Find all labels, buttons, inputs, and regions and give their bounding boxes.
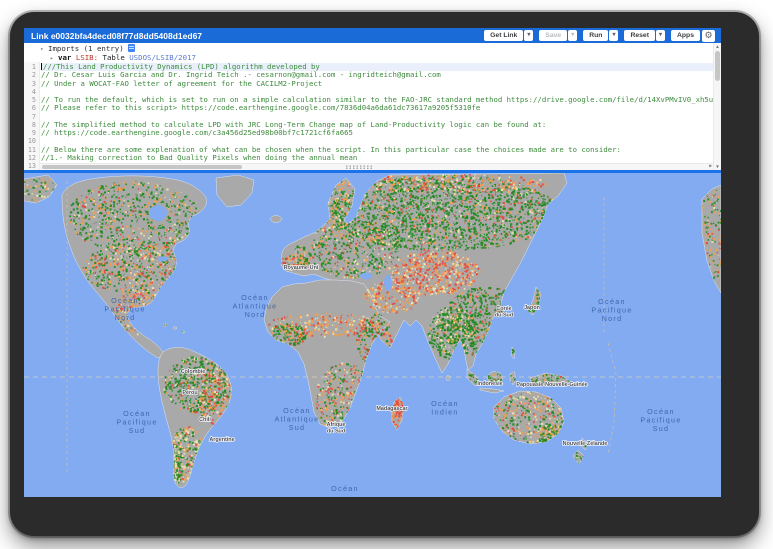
get-link-dropdown-caret-icon[interactable]: ▾: [524, 30, 533, 41]
gear-icon: ⚙: [704, 31, 712, 40]
collapse-caret-icon[interactable]: ▾: [40, 45, 48, 54]
code-lines[interactable]: ///This Land Productivity Dynamics (LPD)…: [41, 62, 713, 170]
earth-engine-window: Link e0032bfa4decd08f77d8dd5408d1ed67 Ge…: [24, 28, 721, 497]
save-button[interactable]: Save: [539, 30, 567, 41]
line-number-gutter: 12345678910111213: [24, 62, 40, 170]
apps-button-group: Apps: [671, 30, 700, 41]
place-label: Royaume-Uni: [284, 265, 319, 271]
code-line[interactable]: ///This Land Productivity Dynamics (LPD)…: [41, 63, 713, 71]
vertical-scroll-thumb[interactable]: [715, 51, 720, 81]
code-editor[interactable]: 12345678910111213 ///This Land Productiv…: [24, 62, 713, 170]
code-line[interactable]: // https://code.earthengine.google.com/c…: [41, 129, 713, 137]
run-dropdown-caret-icon[interactable]: ▾: [609, 30, 618, 41]
import-var-name: LSIB:: [76, 53, 98, 62]
import-var-value[interactable]: USDOS/LSIB/2017: [129, 53, 196, 62]
vertical-scrollbar[interactable]: ▲ ▼: [713, 43, 721, 170]
scroll-down-icon[interactable]: ▼: [714, 163, 721, 170]
reset-button[interactable]: Reset: [624, 30, 655, 41]
code-line[interactable]: // To run the default, which is set to r…: [41, 96, 713, 104]
world-map[interactable]: OcéanPacifiqueNordOcéanAtlantiqueNordOcé…: [24, 173, 721, 497]
code-line[interactable]: [41, 137, 713, 145]
text-caret: [41, 63, 42, 70]
place-label: Nouvelle-Zélande: [563, 441, 608, 447]
script-link-label: Link e0032bfa4decd08f77d8dd5408d1ed67: [31, 31, 202, 41]
code-line[interactable]: // Dr. Cesar Luis Garcia and Dr. Ingrid …: [41, 71, 713, 79]
code-line[interactable]: // Please refer to this script> https://…: [41, 104, 713, 112]
import-var-type: Table: [103, 53, 125, 62]
code-line[interactable]: // Under a WOCAT-FAO letter of agreement…: [41, 80, 713, 88]
place-label: Chili: [199, 417, 211, 423]
code-line[interactable]: // The simplified method to calculate LP…: [41, 121, 713, 129]
line-number: 11: [24, 146, 39, 154]
place-label: Papouasie-Nouvelle-Guinée: [516, 382, 587, 388]
splitter-grip-icon[interactable]: [345, 165, 373, 169]
line-number: 9: [24, 129, 39, 137]
save-dropdown-caret-icon[interactable]: ▾: [568, 30, 577, 41]
place-label: Afriquedu Sud: [327, 422, 346, 434]
reset-dropdown-caret-icon[interactable]: ▾: [656, 30, 665, 41]
imports-panel: ▾Imports (1 entry) ▸var LSIB: Table USDO…: [24, 43, 713, 62]
code-line[interactable]: // Below there are some explenation of w…: [41, 146, 713, 154]
place-label: Colombie: [181, 369, 206, 375]
line-number: 4: [24, 88, 39, 96]
reset-button-group: Reset▾: [624, 30, 665, 41]
get-link-button[interactable]: Get Link: [484, 30, 523, 41]
title-bar: Link e0032bfa4decd08f77d8dd5408d1ed67 Ge…: [24, 28, 721, 43]
horizontal-scroll-thumb[interactable]: [42, 165, 242, 169]
window-frame: Link e0032bfa4decd08f77d8dd5408d1ed67 Ge…: [10, 12, 759, 536]
place-label: Coréedu Sud: [495, 306, 513, 318]
save-button-group: Save▾: [539, 30, 577, 41]
code-line[interactable]: [41, 88, 713, 96]
import-doc-icon[interactable]: [128, 44, 135, 52]
line-number: 3: [24, 80, 39, 88]
line-number: 1: [24, 63, 39, 71]
toolbar: Get Link▾Save▾Run▾Reset▾Apps: [484, 30, 700, 41]
line-number: 12: [24, 154, 39, 162]
screenshot-canvas: Link e0032bfa4decd08f77d8dd5408d1ed67 Ge…: [0, 0, 773, 549]
line-number: 13: [24, 162, 39, 170]
code-line[interactable]: [41, 113, 713, 121]
ocean-label: OcéanIndien: [431, 399, 459, 417]
place-label: Pérou: [182, 390, 197, 396]
line-number: 10: [24, 137, 39, 145]
place-label: Madagascar: [376, 406, 408, 412]
settings-button[interactable]: ⚙: [702, 30, 715, 42]
run-button[interactable]: Run: [583, 30, 608, 41]
imports-header: Imports (1 entry): [48, 44, 124, 53]
code-line[interactable]: //1.- Making correction to Bad Quality P…: [41, 154, 713, 162]
scroll-up-icon[interactable]: ▲: [714, 43, 721, 50]
get-link-button-group: Get Link▾: [484, 30, 533, 41]
place-label: Indonésie: [477, 381, 502, 387]
line-number: 7: [24, 113, 39, 121]
line-number: 2: [24, 71, 39, 79]
line-number: 8: [24, 121, 39, 129]
apps-button[interactable]: Apps: [671, 30, 700, 41]
place-label: Japon: [524, 305, 540, 311]
line-number: 6: [24, 104, 39, 112]
run-button-group: Run▾: [583, 30, 618, 41]
var-keyword: var: [58, 53, 71, 62]
horizontal-scrollbar[interactable]: ▶: [40, 163, 713, 170]
place-label: Argentine: [209, 437, 234, 443]
ocean-label: Océan: [331, 484, 359, 493]
map-panel[interactable]: OcéanPacifiqueNordOcéanAtlantiqueNordOcé…: [24, 173, 721, 497]
line-number: 5: [24, 96, 39, 104]
